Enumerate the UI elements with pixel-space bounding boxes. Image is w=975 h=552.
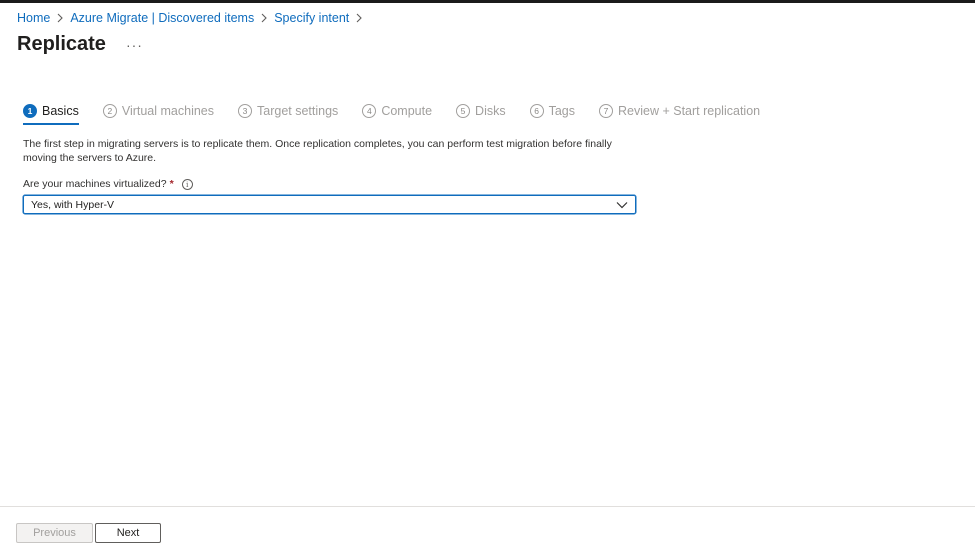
chevron-right-icon [355,13,363,23]
virtualized-label-text: Are your machines virtualized? [23,178,167,190]
info-icon[interactable]: i [181,178,193,190]
chevron-down-icon [616,202,628,209]
step-number-badge: 1 [23,104,37,118]
step-label: Disks [475,104,506,118]
step-number-badge: 6 [529,104,544,118]
tab-review-start-replication[interactable]: 7 Review + Start replication [599,104,760,118]
footer-divider [0,506,975,507]
breadcrumb-discovered-items[interactable]: Azure Migrate | Discovered items [70,11,254,25]
step-label: Target settings [257,104,339,118]
step-label: Tags [548,104,576,118]
tab-disks[interactable]: 5 Disks [456,104,506,118]
breadcrumb-home[interactable]: Home [17,11,50,25]
step-number-badge: 2 [102,104,117,118]
virtualized-dropdown[interactable]: Yes, with Hyper-V [23,195,636,214]
chevron-right-icon [56,13,64,23]
tab-tags[interactable]: 6 Tags [529,104,576,118]
step-number-badge: 4 [362,104,377,118]
step-label: Compute [381,104,433,118]
breadcrumb-specify-intent[interactable]: Specify intent [274,11,349,25]
chevron-right-icon [260,13,268,23]
tab-target-settings[interactable]: 3 Target settings [238,104,338,118]
required-marker: * [169,178,174,190]
step-number-badge: 7 [599,104,614,118]
tab-virtual-machines[interactable]: 2 Virtual machines [102,104,215,118]
virtualized-field-label: Are your machines virtualized? * i [23,178,193,190]
next-button[interactable]: Next [95,523,161,543]
page-title: Replicate [17,33,106,55]
step-number-badge: 3 [238,104,253,118]
breadcrumb: Home Azure Migrate | Discovered items Sp… [17,11,369,25]
previous-button[interactable]: Previous [16,523,93,543]
intro-description: The first step in migrating servers is t… [23,138,612,164]
step-number-badge: 5 [456,104,471,118]
top-border [0,0,975,3]
virtualized-selected-value: Yes, with Hyper-V [31,198,115,211]
title-row: Replicate ··· [17,33,143,56]
tab-compute[interactable]: 4 Compute [362,104,432,118]
step-label: Virtual machines [121,104,215,118]
tab-basics[interactable]: 1 Basics [23,104,79,125]
more-options-button[interactable]: ··· [126,35,143,55]
step-label: Basics [42,104,79,118]
wizard-steps: 1 Basics 2 Virtual machines 3 Target set… [23,101,784,125]
step-label: Review + Start replication [618,104,761,118]
